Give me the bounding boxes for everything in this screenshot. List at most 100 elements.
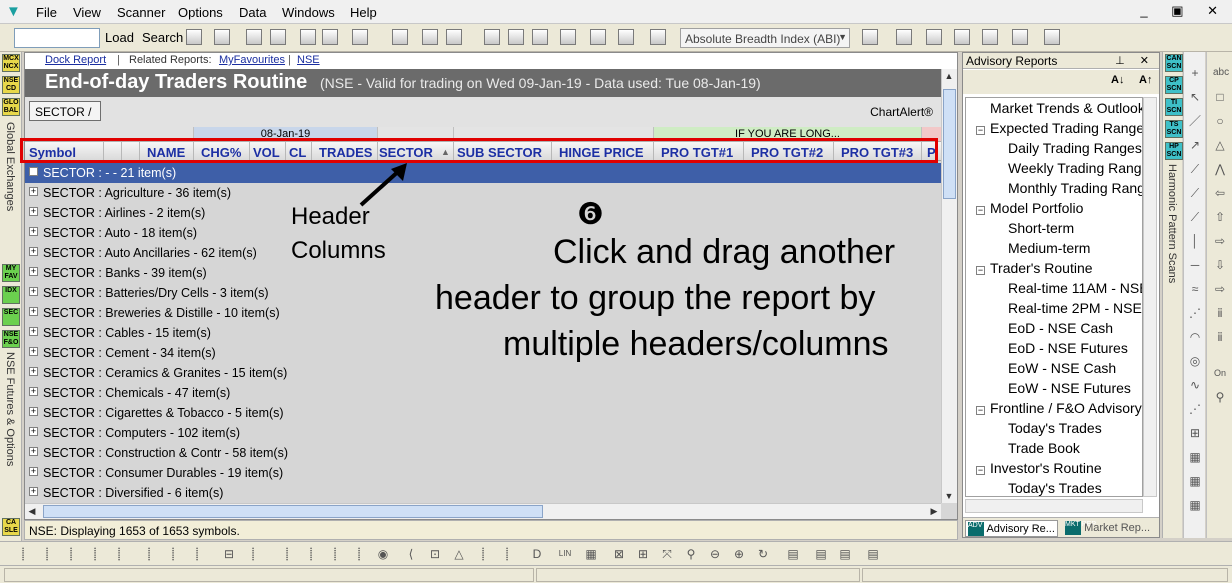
- tree-item[interactable]: Weekly Trading Ranges: [1008, 160, 1142, 176]
- cursor-tool-icon[interactable]: [186, 29, 202, 45]
- tool-icon[interactable]: ⸽: [88, 547, 102, 561]
- scale-button[interactable]: CA SLE: [2, 518, 20, 536]
- zoom-icon[interactable]: ⚲: [684, 547, 698, 561]
- tree-item[interactable]: EoW - NSE Futures: [1008, 380, 1131, 396]
- ray-icon[interactable]: ↗: [1188, 138, 1202, 152]
- expand-icon[interactable]: +: [29, 487, 38, 496]
- tool-icon[interactable]: ▤: [786, 547, 800, 561]
- collapse-icon[interactable]: −: [976, 206, 985, 215]
- expand-icon[interactable]: +: [29, 327, 38, 336]
- search-button[interactable]: Search: [142, 30, 183, 45]
- table-row[interactable]: + SECTOR : Consumer Durables - 19 item(s): [25, 463, 941, 483]
- table-row[interactable]: + SECTOR : Agriculture - 36 item(s): [25, 183, 941, 203]
- trendline-icon[interactable]: [1012, 29, 1028, 45]
- expand-icon[interactable]: +: [29, 407, 38, 416]
- fibonacci-icon[interactable]: [862, 29, 878, 45]
- tree-item[interactable]: Model Portfolio: [990, 200, 1083, 216]
- moving-average-icon[interactable]: [618, 29, 634, 45]
- rectangle-icon[interactable]: □: [1213, 90, 1227, 104]
- tree-item[interactable]: Trade Book: [1008, 440, 1080, 456]
- on-toggle-icon[interactable]: On: [1213, 366, 1227, 380]
- tree-item[interactable]: Short-term: [1008, 220, 1074, 236]
- menu-help[interactable]: Help: [350, 5, 377, 20]
- tab-advisory-reports[interactable]: ADV REP Advisory Re...: [965, 520, 1058, 537]
- link-icon[interactable]: [392, 29, 408, 45]
- window-controls[interactable]: _ ▣ ✕: [1140, 3, 1228, 19]
- tool-icon[interactable]: ◉: [376, 547, 390, 561]
- tool-icon[interactable]: D: [530, 547, 544, 561]
- tree-item[interactable]: Expected Trading Ranges: [990, 120, 1142, 136]
- ti-scan-button[interactable]: TI SCN: [1165, 98, 1183, 116]
- cycle-icon[interactable]: ∿: [1188, 378, 1202, 392]
- table-row[interactable]: + SECTOR : Construction & Contr - 58 item…: [25, 443, 941, 463]
- tool-icon[interactable]: ▤: [838, 547, 852, 561]
- tree-item[interactable]: EoD - NSE Futures: [1008, 340, 1128, 356]
- dock-report-link[interactable]: Dock Report: [45, 54, 106, 66]
- arrow-left-icon[interactable]: ⇦: [1213, 186, 1227, 200]
- target-icon[interactable]: ⟋: [1188, 210, 1202, 224]
- horizontal-scrollbar[interactable]: ◀ ▶: [25, 503, 941, 519]
- expand-icon[interactable]: +: [29, 427, 38, 436]
- ellipse-icon[interactable]: ○: [1213, 114, 1227, 128]
- triangle-icon[interactable]: △: [1213, 138, 1227, 152]
- menu-data[interactable]: Data: [239, 5, 266, 20]
- tool-icon[interactable]: ⸽: [476, 547, 490, 561]
- nse-fo-button[interactable]: NSE F&O: [2, 330, 20, 348]
- chart-type-icon[interactable]: [300, 29, 316, 45]
- scroll-down-icon[interactable]: ▼: [942, 489, 956, 503]
- arrow-up-icon[interactable]: ⇧: [1213, 210, 1227, 224]
- tool-icon[interactable]: ⊞: [636, 547, 650, 561]
- zoom-out-icon[interactable]: ⊖: [708, 547, 722, 561]
- menu-view[interactable]: View: [73, 5, 101, 20]
- refresh-icon[interactable]: ↻: [756, 547, 770, 561]
- expand-icon[interactable]: +: [29, 387, 38, 396]
- tool-icon[interactable]: ⸽: [112, 547, 126, 561]
- myfavourites-link[interactable]: MyFavourites: [219, 54, 285, 66]
- stop-loss-icon[interactable]: ⟋: [1188, 186, 1202, 200]
- tree-item[interactable]: Real-time 11AM - NSE: [1008, 280, 1142, 296]
- collapse-icon[interactable]: −: [976, 126, 985, 135]
- tab-market-reports[interactable]: MKT REP Market Rep...: [1063, 520, 1152, 537]
- my-fav-button[interactable]: MY FAV: [2, 264, 20, 282]
- drawing-tool-icon[interactable]: [322, 29, 338, 45]
- expand-icon[interactable]: +: [29, 247, 38, 256]
- sort-za-icon[interactable]: A↑: [1139, 74, 1152, 86]
- cam-icon[interactable]: [926, 29, 942, 45]
- tree-item[interactable]: Market Trends & Outlook: [990, 100, 1142, 116]
- tool-icon[interactable]: ⸽: [190, 547, 204, 561]
- 52w-hilo-icon[interactable]: [560, 29, 576, 45]
- zoom-in-icon[interactable]: ⊕: [732, 547, 746, 561]
- collapse-icon[interactable]: −: [976, 466, 985, 475]
- tool-icon[interactable]: LIN: [558, 547, 572, 561]
- tool-icon[interactable]: ⸽: [64, 547, 78, 561]
- idx-button[interactable]: IDX: [2, 286, 20, 304]
- expand-icon[interactable]: +: [29, 467, 38, 476]
- nse-link[interactable]: NSE: [297, 54, 320, 66]
- vertical-scrollbar[interactable]: ▲ ▼: [941, 69, 957, 503]
- sec-button[interactable]: SEC: [2, 308, 20, 326]
- vertical-line-icon[interactable]: │: [1188, 234, 1202, 248]
- can-scan-button[interactable]: CAN SCN: [1165, 54, 1183, 72]
- expand-icon[interactable]: +: [29, 367, 38, 376]
- panel-controls[interactable]: ⊥ ✕: [1115, 54, 1155, 67]
- crosshair-icon[interactable]: +: [1188, 66, 1202, 80]
- nse-cd-button[interactable]: NSE CD: [2, 76, 20, 94]
- expand-icon[interactable]: +: [29, 267, 38, 276]
- expand-icon[interactable]: +: [29, 207, 38, 216]
- table-row[interactable]: + SECTOR : Airlines - 2 item(s): [25, 203, 941, 223]
- arrow-right-icon[interactable]: ⇨: [1213, 234, 1227, 248]
- tree-item[interactable]: Real-time 2PM - NSE: [1008, 300, 1142, 316]
- menu-file[interactable]: File: [36, 5, 57, 20]
- pivot-icon[interactable]: [896, 29, 912, 45]
- elliott-icon[interactable]: ⋀: [1213, 162, 1227, 176]
- tree-item[interactable]: Today's Trades: [1008, 420, 1102, 436]
- table-row[interactable]: + SECTOR : - - 21 item(s): [25, 163, 941, 183]
- star-icon[interactable]: [982, 29, 998, 45]
- tool-icon[interactable]: ⊠: [612, 547, 626, 561]
- tool-icon[interactable]: ⸽: [500, 547, 514, 561]
- tree-item[interactable]: Trader's Routine: [990, 260, 1093, 276]
- collapse-icon[interactable]: −: [976, 406, 985, 415]
- calendar-icon[interactable]: [446, 29, 462, 45]
- menu-windows[interactable]: Windows: [282, 5, 335, 20]
- tool-icon[interactable]: ⸽: [142, 547, 156, 561]
